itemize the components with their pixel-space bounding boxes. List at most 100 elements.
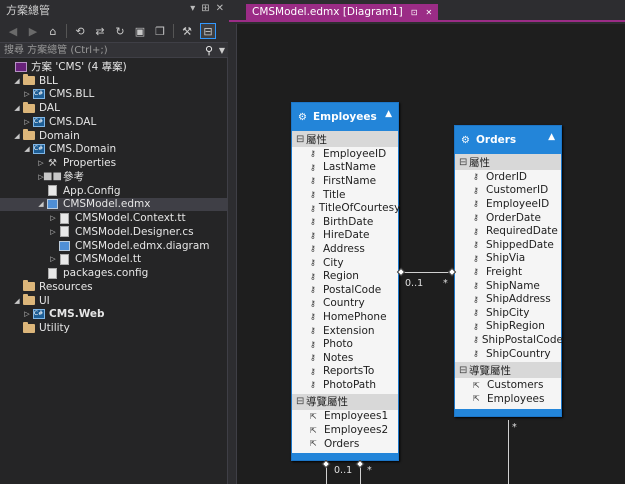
scalar-property[interactable]: ⚷ City — [292, 256, 398, 270]
sync-icon[interactable]: ⇄ — [93, 24, 107, 38]
scalar-property[interactable]: ⚷ ReportsTo — [292, 365, 398, 379]
collapsed-arrow-icon[interactable]: ▷ — [22, 310, 32, 318]
tree-item[interactable]: ▷ CMSModel.Designer.cs — [0, 225, 227, 239]
collapsed-arrow-icon[interactable]: ▷ — [48, 255, 58, 263]
scalar-property[interactable]: ⚷ CustomerID — [455, 184, 561, 198]
tree-item[interactable]: ▷ C# CMS.Web — [0, 308, 227, 322]
association-line[interactable] — [401, 272, 453, 273]
scalar-property[interactable]: ⚷ EmployeeID — [455, 197, 561, 211]
tab-close-icon[interactable]: ✕ — [425, 8, 432, 17]
expanded-arrow-icon[interactable]: ◢ — [12, 297, 22, 305]
tree-item[interactable]: Resources — [0, 280, 227, 294]
navigation-property[interactable]: ⇱ Orders — [292, 437, 398, 451]
expanded-arrow-icon[interactable]: ◢ — [22, 145, 32, 153]
tree-item[interactable]: packages.config — [0, 266, 227, 280]
scalar-property[interactable]: ⚷ BirthDate — [292, 215, 398, 229]
collapse-section-icon[interactable]: ⊟ — [459, 365, 469, 376]
collapsed-arrow-icon[interactable]: ▷ — [48, 228, 58, 236]
expanded-arrow-icon[interactable]: ◢ — [12, 104, 22, 112]
tree-item[interactable]: ◢ BLL — [0, 74, 227, 88]
panel-dropdown-icon[interactable]: ▾ — [190, 3, 195, 14]
collapse-chevron-icon[interactable]: ▲ — [548, 132, 555, 142]
scalar-property[interactable]: ⚷ PostalCode — [292, 283, 398, 297]
navigation-section-header[interactable]: ⊟ 導覽屬性 — [292, 393, 398, 410]
scalar-property[interactable]: ⚷ Notes — [292, 351, 398, 365]
entity-orders[interactable]: ⚙ Orders ▲ ⊟ 屬性 ⚷ OrderID ⚷ CustomerID ⚷ Empl… — [454, 125, 563, 417]
preview-selected-icon[interactable]: ⊟ — [200, 23, 216, 39]
collapsed-arrow-icon[interactable]: ▷ — [22, 118, 32, 126]
search-options-chevron-icon[interactable]: ▼ — [216, 46, 228, 55]
forward-icon[interactable]: ▶ — [26, 24, 40, 38]
navigation-property[interactable]: ⇱ Employees2 — [292, 423, 398, 437]
search-icon[interactable]: ⚲ — [202, 44, 216, 57]
entity-employees[interactable]: ⚙ Employees ▲ ⊟ 屬性 ⚷ EmployeeID ⚷ LastName ⚷… — [291, 102, 400, 462]
collapse-section-icon[interactable]: ⊟ — [296, 134, 306, 145]
tree-item[interactable]: ◢ UI — [0, 294, 227, 308]
navigation-property[interactable]: ⇱ Customers — [455, 378, 561, 392]
collapsed-arrow-icon[interactable]: ▷ — [36, 159, 46, 167]
expanded-arrow-icon[interactable]: ◢ — [12, 132, 22, 140]
scalar-property[interactable]: ⚷ ShippedDate — [455, 238, 561, 252]
expanded-arrow-icon[interactable]: ◢ — [36, 200, 46, 208]
home-icon[interactable]: ⌂ — [46, 24, 60, 38]
scalar-property[interactable]: ⚷ HireDate — [292, 229, 398, 243]
tree-item[interactable]: ◢ DAL — [0, 101, 227, 115]
show-all-files-icon[interactable]: ❐ — [153, 24, 167, 38]
scalar-property[interactable]: ⚷ Title — [292, 188, 398, 202]
scalar-property[interactable]: ⚷ Freight — [455, 265, 561, 279]
pending-changes-filter-icon[interactable]: ⟲ — [73, 24, 87, 38]
scalar-property[interactable]: ⚷ OrderID — [455, 170, 561, 184]
collapsed-arrow-icon[interactable]: ▷ — [22, 90, 32, 98]
tree-item[interactable]: ◢ CMSModel.edmx — [0, 197, 227, 212]
tree-item[interactable]: ◢ C# CMS.Domain — [0, 143, 227, 157]
scalar-property[interactable]: ⚷ HomePhone — [292, 310, 398, 324]
scalar-property[interactable]: ⚷ Extension — [292, 324, 398, 338]
scalar-property[interactable]: ⚷ ShipAddress — [455, 292, 561, 306]
scalar-property[interactable]: ⚷ ShipVia — [455, 252, 561, 266]
tree-item[interactable]: ▷ C# CMS.DAL — [0, 115, 227, 129]
tree-item[interactable]: ▷ ⚒ Properties — [0, 156, 227, 170]
tree-item[interactable]: CMSModel.edmx.diagram — [0, 239, 227, 253]
scalar-property[interactable]: ⚷ EmployeeID — [292, 147, 398, 161]
scalar-property[interactable]: ⚷ LastName — [292, 161, 398, 175]
diagram-canvas[interactable]: ⚙ Employees ▲ ⊟ 屬性 ⚷ EmployeeID ⚷ LastName ⚷… — [236, 24, 625, 484]
scalar-property[interactable]: ⚷ Address — [292, 242, 398, 256]
collapse-section-icon[interactable]: ⊟ — [296, 396, 306, 407]
scalar-property[interactable]: ⚷ ShipName — [455, 279, 561, 293]
association-line[interactable] — [508, 420, 509, 484]
navigation-section-header[interactable]: ⊟ 導覽屬性 — [455, 362, 561, 379]
collapse-section-icon[interactable]: ⊟ — [459, 157, 469, 168]
properties-wrench-icon[interactable]: ⚒ — [180, 24, 194, 38]
scalar-property[interactable]: ⚷ ShipCity — [455, 306, 561, 320]
scalar-property[interactable]: ⚷ ShipRegion — [455, 320, 561, 334]
tree-item[interactable]: Utility — [0, 321, 227, 335]
expanded-arrow-icon[interactable]: ◢ — [12, 77, 22, 85]
entity-header[interactable]: ⚙ Orders ▲ — [455, 126, 561, 154]
back-icon[interactable]: ◀ — [6, 24, 20, 38]
search-input[interactable] — [0, 43, 202, 57]
scalar-property[interactable]: ⚷ Country — [292, 297, 398, 311]
tree-item[interactable]: App.Config — [0, 184, 227, 198]
scalar-property[interactable]: ⚷ ShipPostalCode — [455, 333, 563, 347]
entity-header[interactable]: ⚙ Employees ▲ — [292, 103, 398, 131]
tree-item[interactable]: ▷ CMSModel.tt — [0, 253, 227, 267]
collapsed-arrow-icon[interactable]: ▷ — [48, 214, 58, 222]
scalar-property[interactable]: ⚷ RequiredDate — [455, 224, 561, 238]
navigation-property[interactable]: ⇱ Employees — [455, 392, 561, 406]
collapse-all-icon[interactable]: ▣ — [133, 24, 147, 38]
tab-cmsmodel-diagram[interactable]: CMSModel.edmx [Diagram1] ⊡ ✕ — [246, 4, 439, 20]
scalar-property[interactable]: ⚷ ShipCountry — [455, 347, 561, 361]
tree-item[interactable]: ▷ CMSModel.Context.tt — [0, 211, 227, 225]
properties-section-header[interactable]: ⊟ 屬性 — [292, 131, 398, 147]
navigation-property[interactable]: ⇱ Employees1 — [292, 410, 398, 424]
scalar-property[interactable]: ⚷ PhotoPath — [292, 378, 398, 392]
scalar-property[interactable]: ⚷ TitleOfCourtesy — [292, 201, 400, 215]
collapse-chevron-icon[interactable]: ▲ — [385, 109, 392, 119]
scalar-property[interactable]: ⚷ Photo — [292, 337, 398, 351]
scalar-property[interactable]: ⚷ FirstName — [292, 174, 398, 188]
scalar-property[interactable]: ⚷ Region — [292, 269, 398, 283]
properties-section-header[interactable]: ⊟ 屬性 — [455, 154, 561, 170]
pin-icon[interactable]: ⊞ — [201, 3, 209, 14]
tree-item[interactable]: ◢ Domain — [0, 129, 227, 143]
refresh-icon[interactable]: ↻ — [113, 24, 127, 38]
